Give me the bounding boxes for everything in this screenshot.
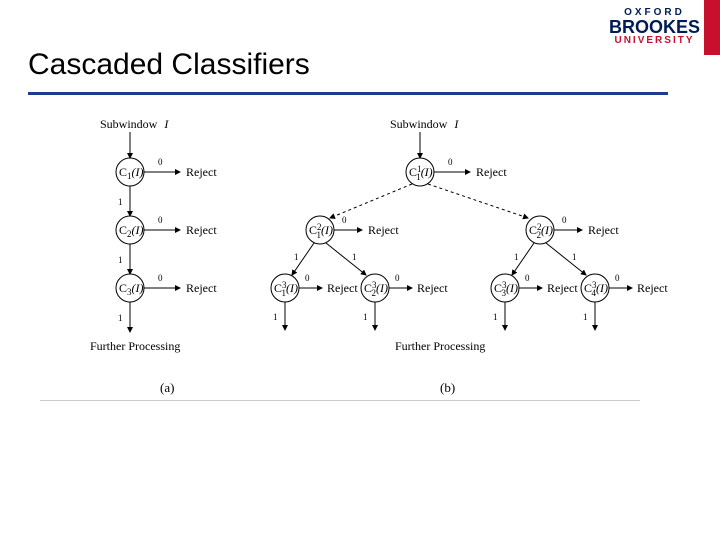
svg-text:1: 1 [273,312,278,322]
svg-text:0: 0 [158,215,163,225]
svg-text:0: 0 [158,273,163,283]
svg-text:1: 1 [572,252,577,262]
svg-text:Reject: Reject [417,281,448,295]
svg-text:1: 1 [352,252,357,262]
further-b: Further Processing [395,339,485,353]
reject-a2: Reject [186,223,217,237]
svg-text:Reject: Reject [588,223,619,237]
caption-a: (a) [160,380,174,395]
reject-a3: Reject [186,281,217,295]
svg-text:Reject: Reject [327,281,358,295]
svg-text:0: 0 [158,157,163,167]
svg-text:1: 1 [118,197,123,207]
further-a: Further Processing [90,339,180,353]
svg-text:0: 0 [525,273,530,283]
svg-text:0: 0 [615,273,620,283]
footer-line [40,400,640,401]
svg-text:1: 1 [493,312,498,322]
svg-text:Reject: Reject [637,281,668,295]
svg-text:1: 1 [514,252,519,262]
subwindow-b: Subwindow [390,117,448,131]
svg-text:0: 0 [395,273,400,283]
svg-text:1: 1 [118,255,123,265]
svg-text:C1(I): C1(I) [119,165,144,181]
reject-b-root: Reject [476,165,507,179]
subwindow-a: Subwindow [100,117,158,131]
svg-text:0: 0 [342,215,347,225]
svg-text:1: 1 [294,252,299,262]
svg-text:1: 1 [118,313,123,323]
cascade-diagram: Subwindow I C1(I) 0 Reject 1 C2(I) 0 Rej… [0,0,720,540]
svg-text:0: 0 [562,215,567,225]
reject-a1: Reject [186,165,217,179]
svg-text:C3(I): C3(I) [119,281,144,297]
svg-text:1: 1 [363,312,368,322]
svg-text:Subwindow I: Subwindow I [100,117,169,131]
svg-text:1: 1 [583,312,588,322]
svg-text:0: 0 [448,157,453,167]
svg-text:Reject: Reject [368,223,399,237]
svg-text:Subwindow I: Subwindow I [390,117,459,131]
svg-text:Reject: Reject [547,281,578,295]
svg-text:0: 0 [305,273,310,283]
caption-b: (b) [440,380,455,395]
svg-text:C2(I): C2(I) [119,223,144,239]
